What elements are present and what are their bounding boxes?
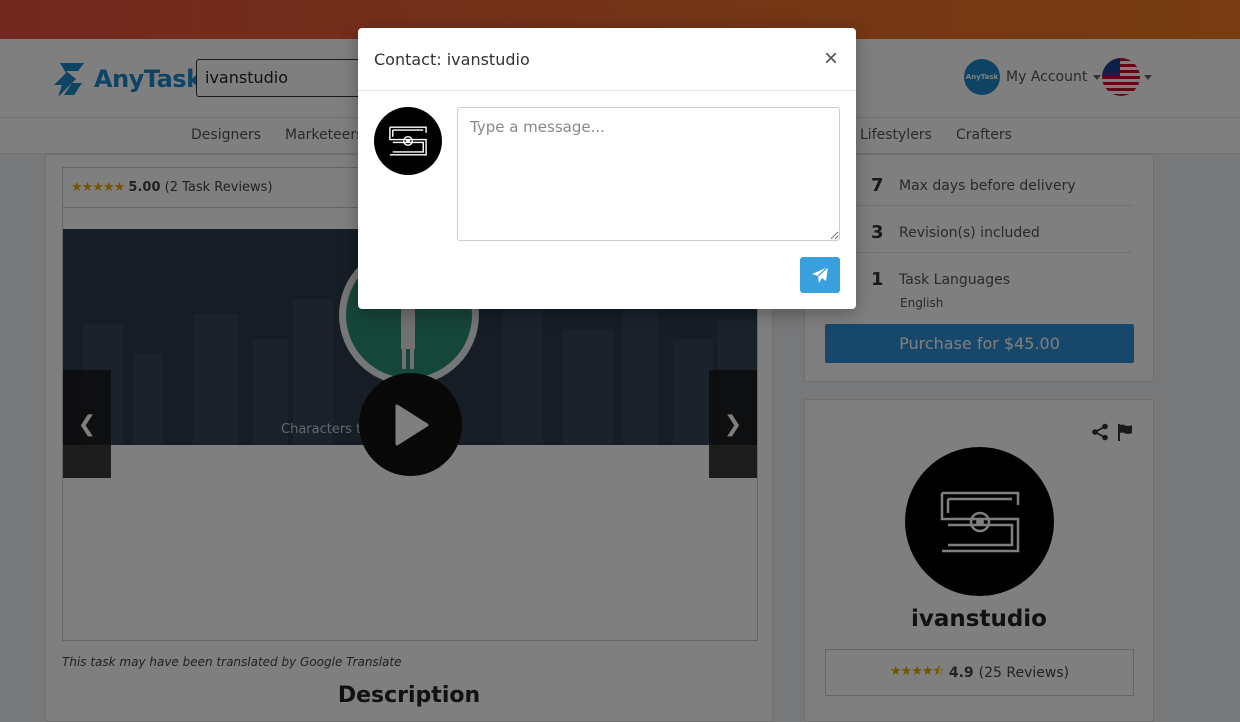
paper-plane-icon [812, 266, 829, 283]
seller-avatar-small [374, 107, 442, 175]
message-input[interactable] [457, 107, 840, 241]
modal-title: Contact: ivanstudio [374, 50, 530, 69]
send-button[interactable] [800, 257, 840, 293]
close-button[interactable]: × [820, 46, 842, 72]
contact-modal: Contact: ivanstudio × [358, 28, 856, 309]
modal-header: Contact: ivanstudio × [358, 28, 856, 91]
seller-logo-icon [389, 126, 427, 156]
